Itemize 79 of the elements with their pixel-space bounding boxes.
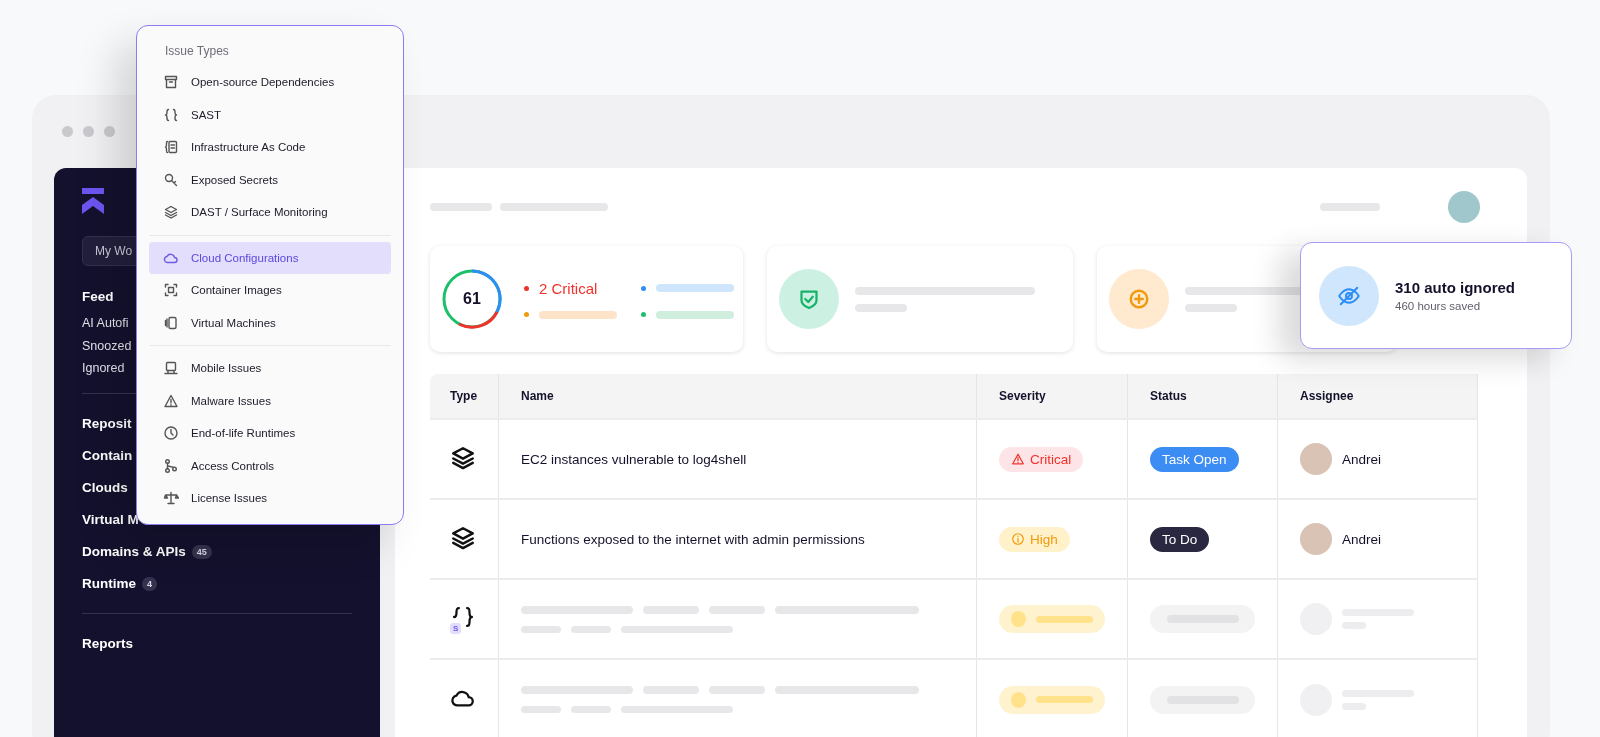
shield-icon [797, 287, 821, 311]
popup-subtitle: 460 hours saved [1395, 300, 1482, 312]
menu-item[interactable]: DAST / Surface Monitoring [149, 196, 391, 229]
layers-icon [450, 444, 476, 471]
column-header: Name [498, 374, 977, 419]
issue-name[interactable]: EC2 instances vulnerable to log4shell [498, 419, 977, 499]
legend-dot [641, 312, 646, 317]
menu-item[interactable]: Access Controls [149, 449, 391, 482]
laptop-icon [163, 360, 179, 377]
layers-icon [450, 524, 476, 551]
count-badge: 45 [191, 544, 212, 559]
count-badge: 4 [142, 576, 157, 591]
key-icon [163, 171, 179, 188]
column-header: Status [1127, 374, 1278, 419]
menu-title: Issue Types [164, 43, 230, 60]
logo-icon [82, 188, 104, 214]
issue-name[interactable]: Functions exposed to the internet with admin permissions [498, 499, 977, 579]
critical-count: 2 Critical [539, 279, 598, 297]
avatar [1300, 523, 1332, 555]
menu-item[interactable]: Virtual Machines [149, 306, 391, 339]
skeleton-line [1320, 203, 1380, 211]
layers-icon [163, 204, 179, 221]
menu-item[interactable]: Infrastructure As Code [149, 131, 391, 164]
skeleton-line [709, 605, 765, 614]
braces-icon [450, 604, 476, 630]
menu-item[interactable]: License Issues [149, 482, 391, 515]
plus-circle-icon [1127, 287, 1151, 311]
score-ring-drawing [442, 269, 502, 329]
legend-dot [524, 312, 529, 317]
menu-item[interactable]: Malware Issues [149, 384, 391, 417]
panels-icon [163, 314, 179, 331]
window-dot [62, 126, 73, 137]
branch-icon [163, 457, 179, 474]
window-dot [104, 126, 115, 137]
column-header: Assignee [1277, 374, 1478, 419]
assignee-name: Andrei [1342, 531, 1382, 547]
nav-item[interactable]: Reports [82, 627, 352, 660]
skeleton-line [521, 625, 561, 633]
skeleton-line [643, 686, 699, 694]
menu-item[interactable]: End-of-life Runtimes [149, 417, 391, 450]
nav-item[interactable]: Domains & APIs [82, 544, 186, 559]
avatar [1300, 443, 1332, 475]
skeleton-line [430, 203, 492, 211]
skeleton-line [1185, 303, 1237, 312]
clock-icon [163, 425, 179, 442]
assignee-name: Andrei [1342, 451, 1382, 467]
popup-title: 310 auto ignored [1395, 279, 1516, 296]
score-value: 61 [463, 290, 481, 308]
avatar[interactable] [1448, 191, 1480, 223]
braces-icon [163, 106, 179, 123]
column-header: Type [430, 374, 499, 419]
skeleton-line [571, 706, 611, 713]
menu-item[interactable]: Exposed Secrets [149, 163, 391, 196]
severity-tag: Critical [999, 446, 1084, 472]
menu-item[interactable]: Mobile Issues [149, 352, 391, 385]
menu-item[interactable]: SAST [149, 98, 391, 131]
warning-icon [163, 392, 179, 409]
scales-icon [163, 490, 179, 507]
archive-icon [163, 74, 179, 91]
warning-icon [1011, 452, 1025, 466]
info-icon [1011, 532, 1025, 546]
severity-tag: High [999, 526, 1070, 552]
type-badge: S [450, 623, 462, 634]
skeleton-line [521, 706, 561, 713]
nav-item[interactable]: Runtime [82, 576, 136, 591]
menu-item[interactable]: Open-source Dependencies [149, 66, 391, 99]
menu-item[interactable]: Cloud Configurations [149, 241, 391, 274]
document-icon [163, 139, 179, 156]
menu-item[interactable]: Container Images [149, 274, 391, 307]
frame-icon [163, 282, 179, 299]
status-tag[interactable]: To Do [1150, 526, 1210, 552]
skeleton-line [855, 303, 907, 312]
skeleton-line [571, 625, 611, 633]
window-dot [83, 126, 94, 137]
legend-dot [524, 285, 529, 291]
column-header: Severity [976, 374, 1128, 419]
skeleton-line [643, 605, 699, 614]
legend-dot [641, 285, 646, 291]
skeleton-line [709, 686, 765, 694]
